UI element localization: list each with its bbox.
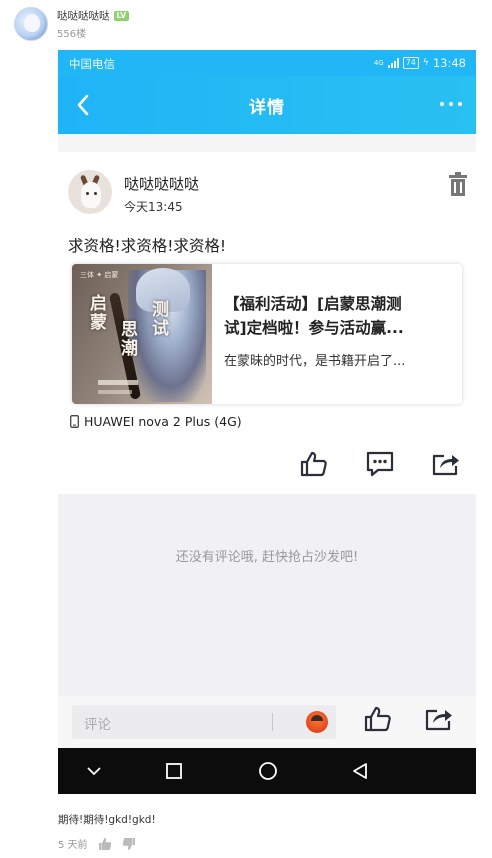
thumbnail-title-col1: 启蒙 [86, 294, 106, 332]
status-right: 4G 74 ϟ 13:48 [374, 56, 466, 70]
like-icon [364, 706, 391, 732]
battery-icon: 74 [402, 57, 419, 69]
bottom-like-button[interactable] [364, 706, 396, 738]
outer-user-meta: 哒哒哒哒哒 LV 556楼 [57, 8, 130, 40]
thumbnail-title-col3: 测试 [148, 300, 168, 338]
post-time: 今天13:45 [124, 200, 183, 214]
post-author[interactable]: 哒哒哒哒哒 [124, 173, 199, 194]
bottom-share-button[interactable] [424, 706, 456, 738]
thumb-down-icon[interactable] [122, 837, 136, 851]
article-title: 【福利活动】[启蒙思潮测 试]定档啦！参与活动赢... [224, 292, 452, 340]
nav-down-button[interactable] [82, 759, 106, 783]
system-nav-bar [58, 748, 476, 794]
comment-icon [366, 451, 394, 477]
nav-back-button[interactable] [162, 759, 186, 783]
nav-back-icon [353, 763, 367, 779]
device-info: HUAWEI nova 2 Plus (4G) [70, 414, 242, 429]
avatar-goat [81, 182, 101, 208]
phone-screenshot: 中国电信 4G 74 ϟ 13:48 详情 哒哒哒哒哒 今天13:45 求资格!… [58, 50, 476, 794]
article-thumbnail: 三体 ✦ 启蒙 启蒙 思潮 测试 [72, 264, 212, 404]
outer-comment-footer: 5 天前 [58, 836, 136, 851]
outer-comment-date: 5 天前 [58, 840, 88, 851]
outer-floor-number: 556楼 [57, 28, 87, 40]
comment-button[interactable] [364, 448, 396, 480]
thumbnail-title-col2: 思潮 [117, 320, 137, 358]
page-title: 详情 [249, 98, 285, 118]
outer-post-header: 哒哒哒哒哒 LV 556楼 [14, 6, 130, 42]
like-icon [300, 451, 327, 477]
nav-home-button[interactable] [256, 759, 280, 783]
charging-icon: ϟ [422, 58, 429, 68]
post-card: 哒哒哒哒哒 今天13:45 求资格!求资格!求资格! 三体 ✦ 启蒙 启蒙 思潮… [58, 152, 476, 494]
outer-comment-text: 期待!期待!gkd!gkd! [58, 814, 156, 826]
emoji-icon[interactable] [306, 711, 328, 733]
share-button[interactable] [430, 448, 462, 480]
post-actions [298, 448, 462, 480]
article-title-line1: 【福利活动】[启蒙思潮测 [224, 295, 402, 313]
reply-bar: 评论 [58, 696, 476, 748]
more-dots-icon[interactable] [440, 102, 462, 106]
outer-name-row: 哒哒哒哒哒 LV [57, 8, 130, 23]
post-text: 求资格!求资格!求资格! [68, 237, 227, 255]
thumbnail-caption-bar-2 [98, 390, 132, 394]
nav-recent-button[interactable] [348, 759, 372, 783]
carrier-label: 中国电信 [69, 57, 115, 71]
status-time: 13:48 [432, 56, 466, 70]
comments-area: 还没有评论哦, 赶快抢占沙发吧! [58, 494, 476, 696]
device-name: HUAWEI nova 2 Plus (4G) [84, 414, 242, 429]
empty-comments-text: 还没有评论哦, 赶快抢占沙发吧! [175, 550, 359, 565]
nav-down-icon [87, 767, 101, 776]
nav-recent-icon [166, 763, 182, 779]
trash-icon[interactable] [448, 172, 468, 198]
comment-placeholder: 评论 [84, 717, 111, 733]
article-description: 在蒙昧的时代，是书籍开启了... [224, 354, 406, 369]
share-icon [425, 709, 452, 731]
level-badge: LV [113, 10, 130, 21]
status-bar: 中国电信 4G 74 ϟ 13:48 [58, 50, 476, 76]
shared-article-card[interactable]: 三体 ✦ 启蒙 启蒙 思潮 测试 【福利活动】[启蒙思潮测 试]定档啦！参与活动… [72, 264, 462, 404]
outer-avatar[interactable] [14, 7, 48, 41]
avatar-eye-left [86, 192, 89, 195]
thumb-up-icon[interactable] [98, 837, 112, 851]
signal-label: 4G [373, 59, 384, 67]
like-button[interactable] [298, 448, 330, 480]
signal-icon [387, 58, 399, 68]
input-divider [272, 713, 273, 731]
nav-home-icon [259, 762, 277, 780]
thumbnail-caption-bar [98, 380, 138, 385]
outer-username[interactable]: 哒哒哒哒哒 [57, 8, 110, 23]
phone-device-icon [70, 415, 79, 428]
thumbnail-title: 启蒙 思潮 测试 [84, 294, 168, 358]
post-avatar[interactable] [68, 170, 112, 214]
comment-input[interactable]: 评论 [72, 705, 336, 739]
avatar-eye-right [94, 192, 97, 195]
share-icon [432, 454, 459, 476]
article-title-line2: 试]定档啦！参与活动赢... [224, 319, 404, 337]
thumbnail-top-text: 三体 ✦ 启蒙 [80, 271, 119, 279]
app-bar: 详情 [58, 76, 476, 134]
